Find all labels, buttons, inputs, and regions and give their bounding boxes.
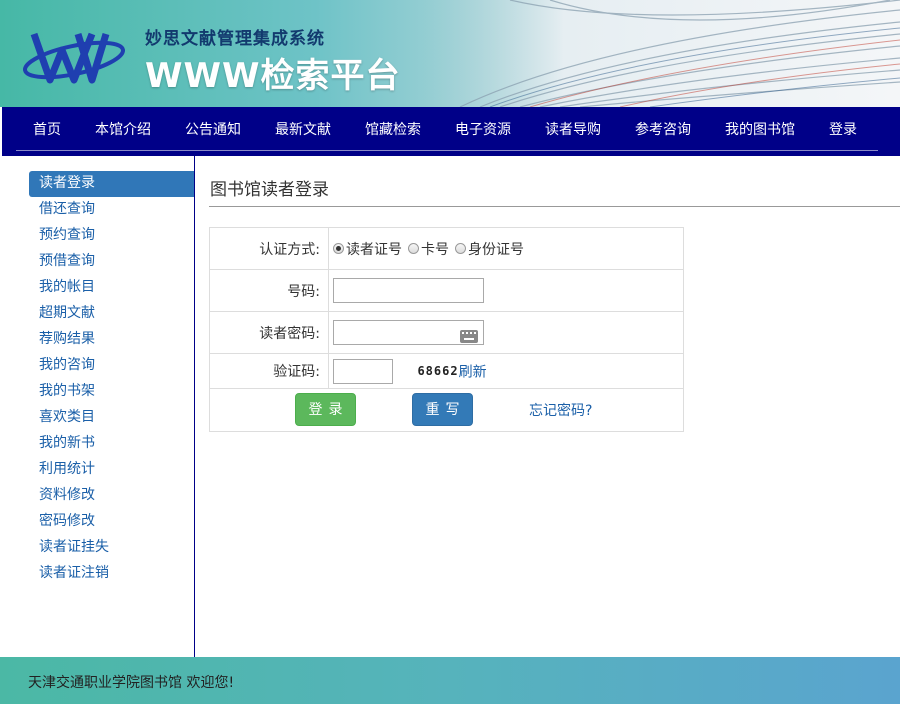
nav-item-4[interactable]: 馆藏检索 bbox=[365, 119, 421, 139]
radio-button[interactable] bbox=[408, 243, 419, 254]
banner-papers-image bbox=[420, 0, 900, 107]
captcha-input[interactable] bbox=[333, 358, 393, 384]
forgot-password-link[interactable]: 忘记密码? bbox=[529, 400, 592, 420]
auth-method-options: 读者证号 卡号 身份证号 bbox=[328, 227, 684, 270]
sidebar-item-3[interactable]: 预借查询 bbox=[29, 249, 194, 275]
sidebar-item-13[interactable]: 密码修改 bbox=[29, 509, 194, 535]
nav-item-3[interactable]: 最新文献 bbox=[275, 119, 331, 139]
nav-item-9[interactable]: 登录 bbox=[829, 119, 857, 139]
nav-item-1[interactable]: 本馆介绍 bbox=[95, 119, 151, 139]
logo-w-icon bbox=[23, 32, 125, 84]
login-form: 认证方式: 读者证号 卡号 身份证号 号码: 读者密码: 验证码: 68662刷新 … bbox=[209, 227, 684, 432]
auth-option-1[interactable]: 卡号 bbox=[408, 239, 449, 259]
sidebar-item-9[interactable]: 喜欢类目 bbox=[29, 405, 194, 431]
radio-button[interactable] bbox=[333, 243, 344, 254]
sidebar-item-14[interactable]: 读者证挂失 bbox=[29, 535, 194, 561]
nav-item-2[interactable]: 公告通知 bbox=[185, 119, 241, 139]
nav-item-6[interactable]: 读者导购 bbox=[545, 119, 601, 139]
nav-item-0[interactable]: 首页 bbox=[33, 119, 61, 139]
radio-button[interactable] bbox=[455, 243, 466, 254]
reset-button[interactable]: 重写 bbox=[412, 393, 473, 426]
sidebar-item-8[interactable]: 我的书架 bbox=[29, 379, 194, 405]
footer-welcome-text: 天津交通职业学院图书馆 欢迎您! bbox=[28, 675, 235, 691]
title-divider bbox=[209, 206, 900, 207]
main-nav: 首页 本馆介绍 公告通知 最新文献 馆藏检索 电子资源 读者导购 参考咨询 我的图书馆 登录 bbox=[2, 107, 900, 156]
captcha-refresh-link[interactable]: 刷新 bbox=[459, 364, 487, 380]
sidebar-item-11[interactable]: 利用统计 bbox=[29, 457, 194, 483]
login-button[interactable]: 登录 bbox=[295, 393, 356, 426]
password-label: 读者密码: bbox=[209, 311, 329, 354]
auth-option-label: 卡号 bbox=[421, 241, 449, 258]
auth-option-label: 身份证号 bbox=[468, 241, 524, 258]
platform-title: WWW检索平台 bbox=[145, 56, 401, 96]
footer: 天津交通职业学院图书馆 欢迎您! bbox=[0, 657, 900, 704]
sidebar-item-2[interactable]: 预约查询 bbox=[29, 223, 194, 249]
sidebar-list: 读者登录 借还查询 预约查询 预借查询 我的帐目 超期文献 荐购结果 我的咨询 我的书架 喜欢类目… bbox=[29, 171, 194, 587]
nav-item-5[interactable]: 电子资源 bbox=[455, 119, 511, 139]
nav-item-8[interactable]: 我的图书馆 bbox=[725, 119, 795, 139]
sidebar-item-10[interactable]: 我的新书 bbox=[29, 431, 194, 457]
sidebar-item-7[interactable]: 我的咨询 bbox=[29, 353, 194, 379]
auth-option-0[interactable]: 读者证号 bbox=[333, 239, 402, 259]
number-input[interactable] bbox=[333, 278, 484, 303]
sidebar-item-5[interactable]: 超期文献 bbox=[29, 301, 194, 327]
auth-option-2[interactable]: 身份证号 bbox=[455, 239, 524, 259]
sidebar-item-15[interactable]: 读者证注销 bbox=[29, 561, 194, 587]
sidebar-item-0[interactable]: 读者登录 bbox=[29, 171, 194, 197]
sidebar-item-6[interactable]: 荐购结果 bbox=[29, 327, 194, 353]
page-title: 图书馆读者登录 bbox=[210, 180, 329, 200]
number-label: 号码: bbox=[209, 269, 329, 312]
header-banner: 妙思文献管理集成系统 WWW检索平台 bbox=[0, 0, 900, 107]
captcha-image: 68662 bbox=[417, 364, 459, 378]
sidebar-item-1[interactable]: 借还查询 bbox=[29, 197, 194, 223]
sidebar-item-4[interactable]: 我的帐目 bbox=[29, 275, 194, 301]
main-content: 图书馆读者登录 认证方式: 读者证号 卡号 身份证号 号码: 读者密码: 验证码: … bbox=[195, 156, 900, 657]
captcha-label: 验证码: bbox=[209, 353, 329, 389]
sidebar: 读者登录 借还查询 预约查询 预借查询 我的帐目 超期文献 荐购结果 我的咨询 我的书架 喜欢类目… bbox=[0, 156, 195, 657]
auth-method-label: 认证方式: bbox=[209, 227, 329, 270]
sidebar-item-12[interactable]: 资料修改 bbox=[29, 483, 194, 509]
nav-list: 首页 本馆介绍 公告通知 最新文献 馆藏检索 电子资源 读者导购 参考咨询 我的图书馆 登录 bbox=[16, 107, 878, 151]
auth-option-label: 读者证号 bbox=[346, 241, 402, 258]
system-subtitle: 妙思文献管理集成系统 bbox=[145, 29, 325, 49]
nav-item-7[interactable]: 参考咨询 bbox=[635, 119, 691, 139]
form-actions: 登录 重写 忘记密码? bbox=[209, 388, 684, 432]
virtual-keyboard-icon[interactable] bbox=[460, 329, 478, 343]
